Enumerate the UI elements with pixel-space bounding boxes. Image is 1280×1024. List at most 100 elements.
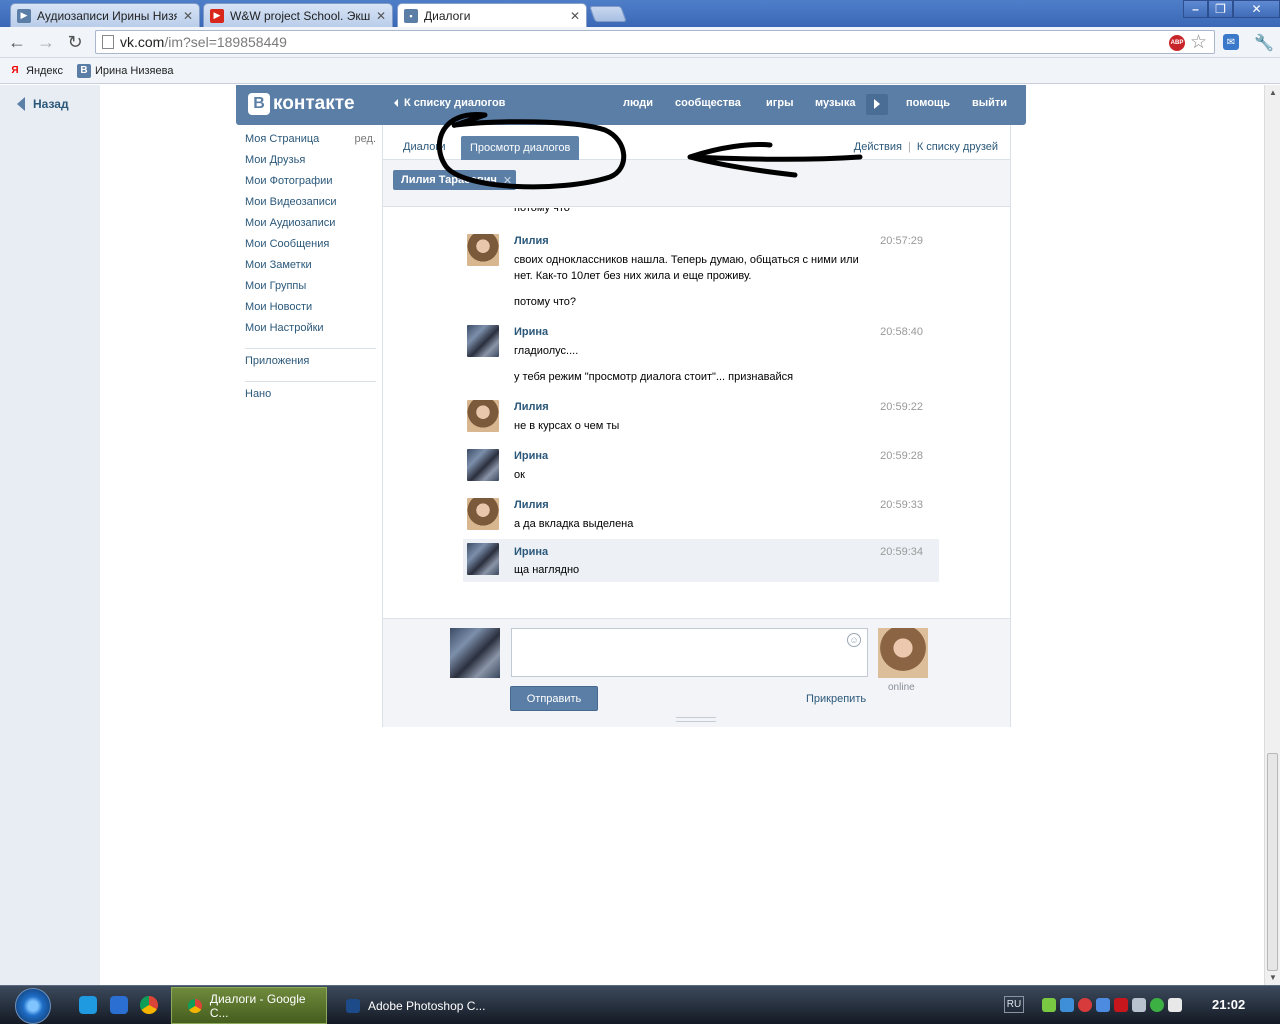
menu-item-photos[interactable]: Мои Фотографии bbox=[245, 175, 376, 196]
tab-dialogs-active[interactable]: ▪ Диалоги ✕ bbox=[397, 3, 587, 28]
nav-help[interactable]: помощь bbox=[906, 97, 950, 109]
menu-item-messages[interactable]: Мои Сообщения bbox=[245, 238, 376, 259]
music-play-icon[interactable] bbox=[866, 94, 888, 115]
attach-link[interactable]: Прикрепить bbox=[806, 693, 866, 705]
menu-item-notes[interactable]: Мои Заметки bbox=[245, 259, 376, 280]
tab-youtube[interactable]: ▶ W&W project School. Экшен ✕ bbox=[203, 3, 393, 27]
forward-arrow-icon[interactable]: → bbox=[35, 32, 57, 52]
close-icon[interactable]: ✕ bbox=[376, 9, 386, 23]
message-time[interactable]: 20:59:33 bbox=[880, 499, 923, 511]
qip-icon[interactable] bbox=[110, 996, 128, 1014]
bookmark-yandex[interactable]: Я Яндекс bbox=[8, 64, 63, 78]
menu-item-settings[interactable]: Мои Настройки bbox=[245, 322, 376, 343]
message-author[interactable]: Ирина bbox=[514, 326, 548, 338]
scroll-down-icon[interactable]: ▼ bbox=[1269, 973, 1277, 982]
menu-item-audio[interactable]: Мои Аудиозаписи bbox=[245, 217, 376, 238]
avatar[interactable] bbox=[467, 543, 499, 575]
menu-item-news[interactable]: Мои Новости bbox=[245, 301, 376, 322]
message-author[interactable]: Лилия bbox=[514, 401, 549, 413]
language-indicator[interactable]: RU bbox=[1004, 996, 1024, 1013]
message-time[interactable]: 20:59:28 bbox=[880, 450, 923, 462]
menu-item-nano[interactable]: Нано bbox=[245, 388, 376, 409]
opera-icon[interactable] bbox=[1078, 998, 1092, 1012]
tray-icon[interactable] bbox=[1042, 998, 1056, 1012]
my-avatar[interactable] bbox=[450, 628, 500, 678]
start-button[interactable] bbox=[15, 988, 51, 1024]
avatar[interactable] bbox=[467, 449, 499, 481]
avatar[interactable] bbox=[467, 325, 499, 357]
tray-icon[interactable] bbox=[1168, 998, 1182, 1012]
reload-icon[interactable]: ↻ bbox=[64, 32, 86, 52]
remove-icon[interactable]: ✕ bbox=[503, 174, 512, 187]
nav-games[interactable]: игры bbox=[766, 97, 793, 109]
bookmark-star-icon[interactable]: ☆ bbox=[1190, 31, 1207, 54]
back-arrow-icon[interactable]: ← bbox=[6, 32, 28, 52]
menu-item-apps[interactable]: Приложения bbox=[245, 355, 376, 376]
close-window-button[interactable]: ✕ bbox=[1233, 0, 1280, 18]
message-time[interactable]: 20:58:40 bbox=[880, 326, 923, 338]
message-author[interactable]: Ирина bbox=[514, 546, 548, 558]
ati-icon[interactable] bbox=[1114, 998, 1128, 1012]
back-panel[interactable]: Назад bbox=[0, 85, 100, 985]
tab-view-dialogs[interactable]: Просмотр диалогов bbox=[461, 136, 580, 160]
power-icon[interactable] bbox=[1150, 998, 1164, 1012]
skype-icon[interactable] bbox=[79, 996, 97, 1014]
adblock-icon[interactable]: ABP bbox=[1169, 35, 1185, 51]
nav-communities[interactable]: сообщества bbox=[675, 97, 741, 109]
maximize-button[interactable]: ❐ bbox=[1208, 0, 1233, 18]
menu-item-videos[interactable]: Мои Видеозаписи bbox=[245, 196, 376, 217]
peer-chip[interactable]: Лилия Тарасович ✕ bbox=[393, 170, 517, 190]
page-scrollbar[interactable]: ▲ ▼ bbox=[1264, 85, 1280, 985]
nav-people[interactable]: люди bbox=[623, 97, 653, 109]
message-row[interactable]: Ирина 20:59:28 ок bbox=[463, 445, 939, 491]
display-icon[interactable] bbox=[1096, 998, 1110, 1012]
avatar[interactable] bbox=[467, 234, 499, 266]
minimize-button[interactable]: – bbox=[1183, 0, 1208, 18]
message-row[interactable]: Ирина 20:58:40 гладиолус.... у тебя режи… bbox=[463, 321, 939, 393]
task-chrome[interactable]: Диалоги - Google C... bbox=[171, 987, 327, 1024]
address-bar[interactable]: vk.com/im?sel=189858449 bbox=[95, 30, 1215, 54]
close-icon[interactable]: ✕ bbox=[183, 9, 193, 23]
scrollbar-thumb[interactable] bbox=[1267, 753, 1278, 971]
menu-item-groups[interactable]: Мои Группы bbox=[245, 280, 376, 301]
edit-link[interactable]: ред. bbox=[355, 133, 376, 154]
message-input[interactable] bbox=[511, 628, 868, 677]
message-history[interactable]: потому что Лилия 20:57:29 своих одноклас… bbox=[383, 208, 1010, 618]
to-dialogs-link[interactable]: К списку диалогов bbox=[394, 97, 505, 109]
message-row[interactable]: Лилия 20:59:22 не в курсах о чем ты bbox=[463, 396, 939, 442]
avatar[interactable] bbox=[467, 498, 499, 530]
avatar[interactable] bbox=[467, 400, 499, 432]
peer-avatar[interactable] bbox=[878, 628, 928, 678]
message-author[interactable]: Лилия bbox=[514, 235, 549, 247]
tab-audio[interactable]: ▶ Аудиозаписи Ирины Низяе ✕ bbox=[10, 3, 200, 27]
clock[interactable]: 21:02 bbox=[1212, 997, 1245, 1012]
message-time[interactable]: 20:57:29 bbox=[880, 235, 923, 247]
close-icon[interactable]: ✕ bbox=[570, 9, 580, 23]
chrome-icon[interactable] bbox=[140, 996, 158, 1014]
message-row-highlighted[interactable]: Ирина 20:59:34 ща наглядно bbox=[463, 539, 939, 582]
back-link[interactable]: Назад bbox=[17, 97, 69, 111]
smiley-icon[interactable]: ☺ bbox=[847, 633, 861, 647]
menu-item-friends[interactable]: Мои Друзья bbox=[245, 154, 376, 175]
actions-link[interactable]: Действия bbox=[854, 141, 902, 153]
mail-extension-icon[interactable]: ✉ bbox=[1223, 34, 1239, 50]
vk-logo[interactable]: В контакте bbox=[248, 93, 355, 115]
message-author[interactable]: Ирина bbox=[514, 450, 548, 462]
message-row[interactable]: Лилия 20:57:29 своих одноклассников нашл… bbox=[463, 230, 939, 318]
message-author[interactable]: Лилия bbox=[514, 499, 549, 511]
message-time[interactable]: 20:59:22 bbox=[880, 401, 923, 413]
scroll-up-icon[interactable]: ▲ bbox=[1269, 88, 1277, 97]
nav-logout[interactable]: выйти bbox=[972, 97, 1007, 109]
message-time[interactable]: 20:59:34 bbox=[880, 546, 923, 558]
network-icon[interactable] bbox=[1060, 998, 1074, 1012]
send-button[interactable]: Отправить bbox=[510, 686, 598, 711]
bookmark-irina[interactable]: В Ирина Низяева bbox=[77, 63, 173, 78]
menu-item-my-page[interactable]: Моя Страница ред. bbox=[245, 133, 376, 154]
friends-list-link[interactable]: К списку друзей bbox=[917, 141, 998, 153]
tab-dialogs[interactable]: Диалоги bbox=[403, 141, 446, 153]
task-photoshop[interactable]: Adobe Photoshop C... bbox=[330, 987, 486, 1024]
message-row[interactable]: Лилия 20:59:33 а да вкладка выделена bbox=[463, 494, 939, 540]
nav-music[interactable]: музыка bbox=[815, 97, 855, 109]
wrench-menu-icon[interactable]: 🔧 bbox=[1254, 33, 1274, 53]
resize-grip[interactable] bbox=[676, 717, 716, 722]
